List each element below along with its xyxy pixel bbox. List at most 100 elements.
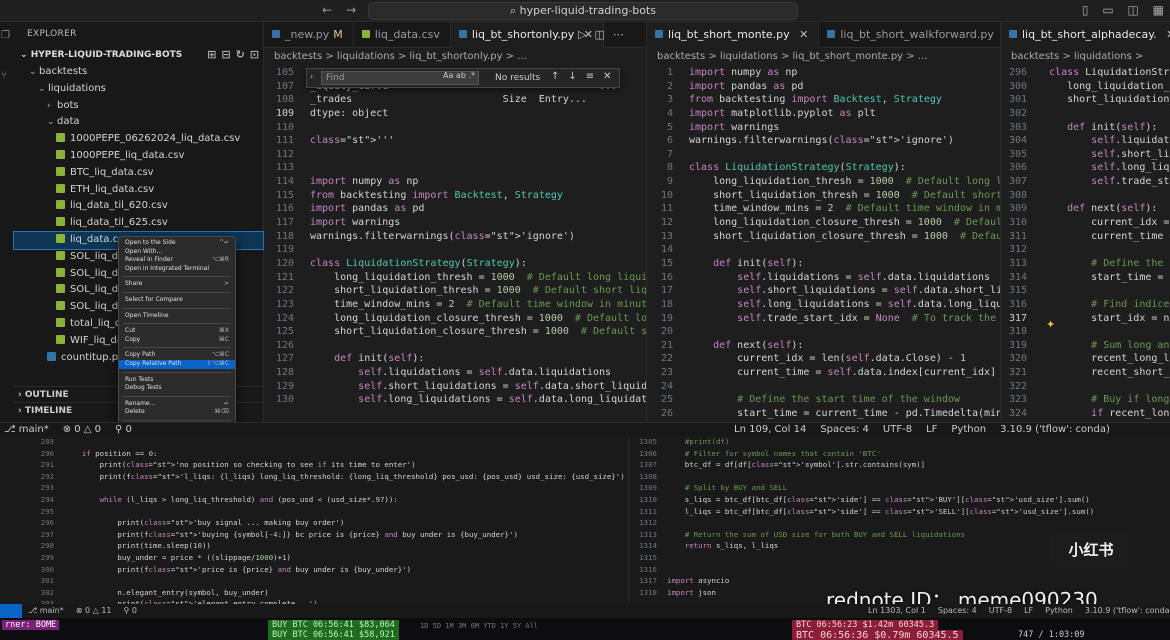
context-menu-item[interactable]: Share > [119,280,235,289]
split-editor-icon[interactable]: ◫ [594,28,604,41]
more-icon[interactable]: ⋯ [613,28,624,41]
breadcrumb[interactable]: backtests > liquidations > liq_bt_shorto… [264,48,646,66]
context-menu-item[interactable]: Debug Tests [119,384,235,393]
status-item[interactable]: ⎇ main* [28,606,64,615]
editor-tab[interactable]: _new.py M [264,22,354,48]
selection-icon[interactable]: ≡ [586,71,594,82]
context-menu-item[interactable]: Copy ⌘C [119,336,235,345]
tree-folder[interactable]: › bots [14,98,263,115]
find-options[interactable]: Aa ab .* [443,71,475,80]
refresh-icon[interactable]: ↻ [236,48,245,61]
line-number: 23 [660,367,673,379]
close-icon[interactable]: ✕ [603,71,611,82]
line-number: 120 [275,257,294,269]
context-menu-item[interactable]: Rename... ↵ [119,400,235,409]
context-menu-item[interactable]: Select for Compare [119,296,235,305]
code-area[interactable]: 105107_equity_curve ...108_trades Size E… [264,66,646,407]
editor-tab[interactable]: liq_bt_short_monte.py ✕ [647,22,820,48]
context-menu-item[interactable]: Cut ⌘X [119,327,235,336]
scm-icon[interactable]: ⑂ [1,70,7,81]
breadcrumb[interactable]: backtests > liquidations > [1001,48,1170,66]
context-menu-item[interactable]: Open Timeline [119,312,235,321]
arrow-down-icon[interactable]: ↓ [568,71,576,82]
code-area[interactable]: 296 class LiquidationStr 300 long_liquida… [1001,66,1170,421]
new-file-icon[interactable]: ⊞ [207,48,216,61]
status-item[interactable]: Ln 109, Col 14 [734,424,806,435]
new-folder-icon[interactable]: ⊟ [221,48,230,61]
line-text: self.short_liq [1091,148,1170,160]
remote-indicator[interactable] [0,604,22,618]
context-menu-item[interactable]: Copy Relative Path ⇧⌥⌘C [119,359,235,369]
layout-split-icon[interactable]: ◫ [1127,3,1138,17]
buy-row: BUY BTC 06:56:41 $83,064 [268,620,399,630]
run-icon[interactable]: ▷ [578,28,586,41]
line-number: 122 [275,285,294,297]
status-item[interactable]: UTF-8 [989,606,1012,615]
sell-row: BTC 06:56:36 $0.79m 60345.5 [792,630,963,640]
tree-file[interactable]: BTC_liq_data.csv [14,165,263,182]
code-area[interactable]: 1 import numpy as np 2 import pandas as pd 3… [647,66,1000,421]
project-root[interactable]: ⌄ HYPER-LIQUID-TRADING-BOTS ⊞ ⊟ ↻ ⊡ [14,46,263,64]
status-item[interactable]: ⊗ 0 △ 0 [63,424,101,435]
line-number: 308 [1008,189,1027,201]
tree-file[interactable]: liq_data_til_620.csv [14,198,263,215]
editor-tab[interactable]: liq_data.csv [354,22,451,48]
explorer-icon[interactable]: ❐ [1,30,10,41]
status-item[interactable]: Ln 1303, Col 1 [868,606,926,615]
layout-sidebar-icon[interactable]: ▯ [1082,3,1089,17]
status-item[interactable]: ⎇ main* [4,424,49,435]
status-item[interactable]: Spaces: 4 [938,606,977,615]
context-menu-item[interactable]: Reveal in Finder ⌥⌘R [119,256,235,265]
menu-item-label: Delete [125,408,145,416]
back-icon[interactable]: ← [322,3,332,17]
collapse-icon[interactable]: ⊡ [250,48,259,61]
menu-item-label: Copy Path [125,351,156,359]
context-menu-item[interactable]: Delete ⌘⌫ [119,408,235,417]
status-item[interactable]: 3.10.9 ('tflow': conda) [1000,424,1110,435]
code-line: 9 long_liquidation_thresh = 1000 # Defau… [647,175,1000,189]
toggle-replace-icon[interactable]: › [310,72,313,81]
breadcrumb[interactable]: backtests > liquidations > liq_bt_short_… [647,48,1000,66]
tree-file[interactable]: liq_data_til_625.csv [14,215,263,232]
status-item[interactable]: LF [926,424,937,435]
forward-icon[interactable]: → [346,3,356,17]
tree-file[interactable]: 1000PEPE_06262024_liq_data.csv [14,131,263,148]
context-menu-item[interactable]: Open to the Side ^↵ [119,239,235,248]
sparkle-icon[interactable]: ✦ [1046,318,1055,331]
status-item[interactable]: UTF-8 [883,424,912,435]
layout-custom-icon[interactable]: ▦ [1153,3,1164,17]
close-icon[interactable]: ✕ [1166,28,1170,41]
context-menu-item[interactable]: Open With... [119,248,235,257]
context-menu-item[interactable]: Run Tests [119,376,235,385]
range-toolbar[interactable]: 1D 5D 1M 3M 6M YTD 1Y 5Y All [420,622,538,630]
code-line: 24 [647,380,1000,394]
arrow-up-icon[interactable]: ↑ [551,71,559,82]
tree-folder[interactable]: ⌄ backtests [14,64,263,81]
tree-file[interactable]: 1000PEPE_liq_data.csv [14,148,263,165]
csv-file-icon [56,267,65,277]
status-item[interactable]: Python [1045,606,1073,615]
layout-panel-icon[interactable]: ▭ [1102,3,1113,17]
status-item[interactable]: ⚲ 0 [124,606,138,615]
context-menu-item[interactable]: Copy Path ⌥⌘C [119,351,235,360]
line-number: 9 [666,176,673,188]
tree-file[interactable]: ETH_liq_data.csv [14,182,263,199]
line-number: 20 [660,326,673,338]
status-item[interactable]: LF [1024,606,1033,615]
command-center-search[interactable]: ⌕ hyper-liquid-trading-bots [368,2,798,20]
status-item[interactable]: ⚲ 0 [115,424,132,435]
status-item[interactable]: Python [951,424,986,435]
close-icon[interactable]: ✕ [799,28,808,41]
status-left: ⎇ main* ⊗ 0 △ 11 ⚲ 0 [28,604,149,618]
editor-tab[interactable]: liq_bt_short_alphadecay. ✕ [1001,22,1170,48]
line-number: 297 [40,529,54,539]
tree-folder[interactable]: ⌄ data [14,114,263,131]
status-item[interactable]: Spaces: 4 [820,424,869,435]
editor-tab[interactable]: liq_bt_short_walkforward.py [819,22,1000,48]
status-item[interactable]: 3.10.9 ('tflow': conda) [1085,606,1170,615]
line-number: 304 [1008,135,1027,147]
status-item[interactable]: ⊗ 0 △ 11 [76,606,112,615]
context-menu-item[interactable]: Open in Integrated Terminal [119,265,235,274]
tree-folder[interactable]: ⌄ liquidations [14,81,263,98]
line-text: from backtesting import Backtest, Strate… [310,189,563,201]
